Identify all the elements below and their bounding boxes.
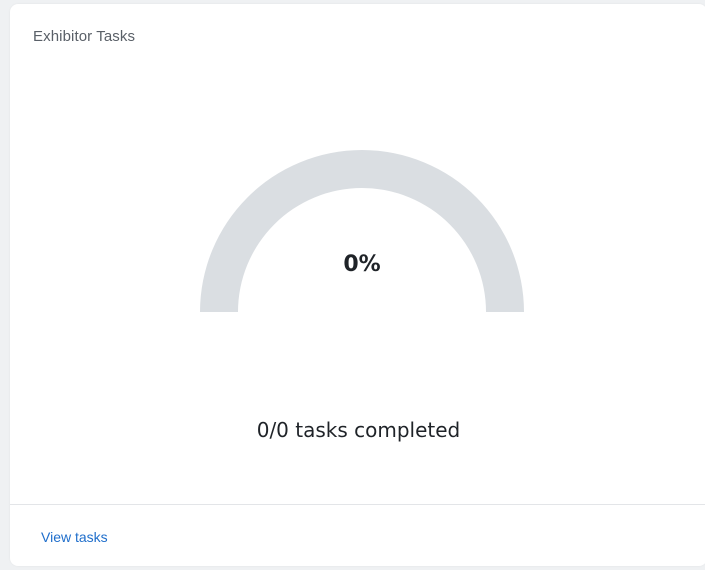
gauge-percent-label: 0% — [343, 252, 381, 277]
tasks-completed-summary: 0/0 tasks completed — [256, 418, 461, 442]
progress-gauge: 0% — [200, 144, 524, 314]
view-tasks-link[interactable]: View tasks — [41, 529, 108, 545]
exhibitor-tasks-card: Exhibitor Tasks 0% 0/0 tasks completed V… — [10, 4, 705, 566]
card-title: Exhibitor Tasks — [33, 28, 136, 45]
gauge-svg — [200, 150, 524, 312]
gauge-track — [200, 150, 524, 312]
card-footer-divider — [10, 504, 705, 505]
